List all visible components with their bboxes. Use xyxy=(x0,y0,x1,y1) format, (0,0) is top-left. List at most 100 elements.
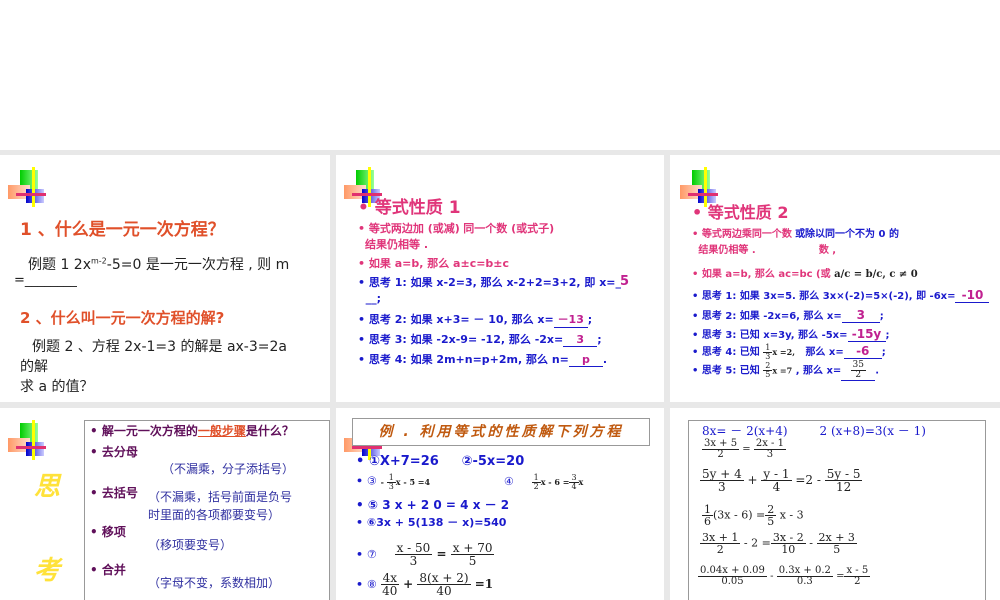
property-2-formula: • 如果 a=b, 那么 ac=bc (或 a/c = b/c, c ≠ 0 xyxy=(692,269,918,280)
equation-4-left: x - 6 = xyxy=(540,476,570,487)
step-1-note: （不漏乘，分子添括号） xyxy=(162,462,295,476)
statement-d: 数 , xyxy=(818,245,837,256)
question-text: 解一元一次方程的 xyxy=(101,424,198,438)
equation-line-3: 5y + 43 + y - 14 =2 - 5y - 5 12 xyxy=(700,467,863,494)
formula-text: 如果 a=b, 那么 a±c=b±c xyxy=(368,257,510,270)
think-4: • 思考 4: 已知 13x =2, 那么 x= -6; xyxy=(692,342,886,361)
think-1-answer: -10 xyxy=(955,288,990,303)
think-1-blank: __; xyxy=(365,292,382,305)
answer-denominator: 2 xyxy=(855,370,862,380)
example-title: 例 . 利用等式的性质解下列方程 xyxy=(352,418,650,446)
example-2-line2: 的解 xyxy=(20,359,48,375)
denominator: 5 xyxy=(468,554,477,568)
denominator: 6 xyxy=(704,515,711,528)
think-4: • 思考 4: 如果 2m+n=p+2m, 那么 n= p. xyxy=(358,353,608,367)
property-2-title: • 等式性质 2 xyxy=(692,203,789,222)
slide-thumbnail-6[interactable]: 8x= － 2(x+4) 2 (x+8)=3(x － 1) 3x + 52 = 2… xyxy=(670,408,1000,600)
steps-question: • 解一元一次方程的一般步骤是什么？ xyxy=(90,424,294,438)
denominator: 12 xyxy=(835,480,852,494)
example-1-sup: m-2 xyxy=(91,256,107,266)
equation-5: • ⑤ 3 x + 2 0 = 4 x － 2 xyxy=(356,498,510,512)
step-3-note: （移项要变号） xyxy=(148,538,233,552)
equation-6: • ⑥3x + 5(138 － x)=540 xyxy=(356,516,507,529)
think-1-answer: 5 xyxy=(620,274,630,289)
think-3-text: 思考 3: 如果 -2x-9= -12, 那么 -2x= xyxy=(368,333,564,346)
question-2: 2 、什么叫一元一次方程的解? xyxy=(20,309,225,327)
title-text: 等式性质 2 xyxy=(707,203,789,222)
slide-thumbnail-5[interactable]: 例 . 利用等式的性质解下列方程 • ①X+7=26 ②-5x=20 • ③ -… xyxy=(336,408,664,600)
slide-logo-icon xyxy=(8,167,48,207)
property-1-statement: • 等式两边加 (或减) 同一个数 (或式子) 结果仍相等 . xyxy=(358,222,555,251)
think-3: • 思考 3: 已知 x=3y, 那么 -5x= -15y; xyxy=(692,327,890,342)
think-1-text: 思考 1: 如果 3x=5. 那么 3x×(-2)=5×(-2), 即 -6x= xyxy=(701,291,956,302)
equation-6-text: ⑥3x + 5(138 － x)=540 xyxy=(366,516,507,529)
equation-mid: - 2 = xyxy=(743,536,771,550)
equation-line-1: 8x= － 2(x+4) 2 (x+8)=3(x － 1) xyxy=(702,422,926,439)
denominator: 10 xyxy=(781,543,796,556)
think-3-answer: -15y xyxy=(847,327,886,342)
step-3: • 移项 xyxy=(90,525,126,539)
step-2-note-b: 时里面的各项都要变号） xyxy=(148,508,281,522)
denominator: 5 xyxy=(767,515,775,528)
think-2: • 思考 2: 如果 x+3= － 10, 那么 x= －13; xyxy=(358,313,593,328)
equation-8-right: =1 xyxy=(474,577,494,591)
think-1: • 思考 1: 如果 3x=5. 那么 3x×(-2)=5×(-2), 即 -6… xyxy=(692,287,990,303)
slide-thumbnail-3[interactable]: • 等式性质 2 • 等式两边乘同一个数 或除以同一个不为 0 的 结果仍相等 … xyxy=(670,155,1000,402)
equation-right: x - 3 xyxy=(779,508,804,522)
slide-thumbnail-1[interactable]: 1 、什么是一元一次方程？ 例题 1 2xm-2-5=0 是一元一次方程 , 则… xyxy=(0,155,330,402)
equation-8-label: ⑧ xyxy=(366,578,377,591)
slide-thumbnail-2[interactable]: • 等式性质 1 • 等式两边加 (或减) 同一个数 (或式子) 结果仍相等 .… xyxy=(336,155,664,402)
step-2-text: 去括号 xyxy=(101,486,138,500)
slide-thumbnail-4[interactable]: 思 考 • 解一元一次方程的一般步骤是什么？ • 去分母 （不漏乘，分子添括号）… xyxy=(0,408,330,600)
denominator: 2 xyxy=(854,576,861,587)
equation: x =2, xyxy=(772,347,795,357)
equation-1-2: • ①X+7=26 ②-5x=20 xyxy=(356,454,525,469)
equation-4-label: ④ xyxy=(503,474,514,488)
think-5-text: 思考 5: 已知 xyxy=(701,365,760,377)
property-1-title: • 等式性质 1 xyxy=(358,198,461,218)
minus: - xyxy=(770,571,774,582)
denominator: 2 xyxy=(716,543,724,556)
equation-4-right: x xyxy=(578,476,584,487)
example-2-line3: 求 a 的值？ xyxy=(20,379,94,395)
question-1: 1 、什么是一元一次方程？ xyxy=(20,220,225,240)
think-2-answer: 3 xyxy=(841,308,880,323)
denominator: 5 xyxy=(833,543,841,556)
statement-b: 或除以同一个不为 0 的 xyxy=(795,229,899,240)
think-4-text: 思考 4: 已知 xyxy=(701,347,760,358)
step-4-note: （字母不变，系数相加） xyxy=(148,576,281,590)
think-5: • 思考 5: 已知 25x =7 , 那么 x= 35 2. xyxy=(692,360,880,381)
think-4-then: 那么 x= xyxy=(805,347,844,358)
equation-b: 2 (x+8)=3(x － 1) xyxy=(819,424,926,438)
equation-7: • ⑦ x - 50 3 = x + 70 5 xyxy=(356,541,495,568)
step-4-text: 合并 xyxy=(101,563,126,577)
denominator: 40 xyxy=(382,584,398,598)
denominator: 0.3 xyxy=(796,576,813,587)
equation-mid: =2 - xyxy=(795,473,821,487)
question-rest: 是什么？ xyxy=(245,424,294,438)
fraction-denominator: 5 xyxy=(765,370,771,379)
think-4-answer: -6 xyxy=(843,344,882,359)
step-2-note-a: （不漏乘，括号前面是负号 xyxy=(148,490,293,504)
question-underlined: 一般步骤 xyxy=(197,424,246,438)
statement-b: 同一个数 (或式子) xyxy=(463,222,555,235)
equation-line-5: 3x + 12 - 2 = 3x - 2 10 - 2x + 35 xyxy=(700,532,857,555)
step-3-text: 移项 xyxy=(101,525,126,539)
equation-line-6: 0.04x + 0.09 0.05 - 0.3x + 0.2 0.3 = x - 52 xyxy=(698,566,871,587)
equation-3-label: ③ xyxy=(366,474,377,488)
formula-math: a/c = b/c, c ≠ 0 xyxy=(834,269,918,280)
step-2: • 去括号 xyxy=(90,486,138,500)
equation-mid: (3x - 6) = xyxy=(713,508,766,522)
property-1-formula: • 如果 a=b, 那么 a±c=b±c xyxy=(358,257,510,270)
slide-sorter-header-area xyxy=(0,0,1000,150)
equation-7-label: ⑦ xyxy=(366,548,377,561)
title-text: 等式性质 1 xyxy=(374,198,461,218)
fraction-denominator: 3 xyxy=(765,351,771,361)
think-4-answer: p xyxy=(568,353,603,367)
equation-line-4: 1 6 (3x - 6) = 2 5 x - 3 xyxy=(702,504,804,527)
equation-a: 8x= － 2(x+4) xyxy=(702,424,788,438)
think-1-text: 思考 1: 如果 x-2=3, 那么 x-2+2=3+2, 即 x=_ xyxy=(368,276,622,289)
side-char-1: 思 xyxy=(34,472,61,502)
think-3: • 思考 3: 如果 -2x-9= -12, 那么 -2x= 3; xyxy=(358,333,602,347)
equation-5-text: ⑤ 3 x + 2 0 = 4 x － 2 xyxy=(367,498,510,512)
